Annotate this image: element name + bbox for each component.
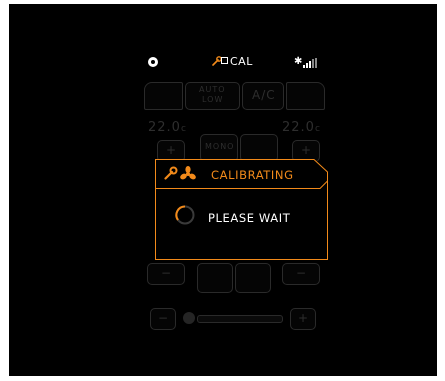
wrench-icon (164, 166, 178, 180)
left-temperature: 22.0c (148, 120, 187, 135)
mono-label: MONO (205, 142, 235, 151)
rear-defrost-button[interactable] (144, 82, 183, 110)
ac-button[interactable]: A/C (242, 82, 284, 110)
left-seat-heat-button[interactable] (197, 263, 233, 293)
dialog-title: CALIBRATING (211, 168, 294, 182)
auto-button[interactable]: AUTO LOW (185, 82, 240, 110)
fan-icon (183, 312, 195, 324)
power-icon[interactable] (148, 57, 158, 67)
calibrating-dialog: CALIBRATING PLEASE WAIT (155, 159, 328, 260)
loading-spinner-icon (175, 205, 195, 225)
dialog-message: PLEASE WAIT (208, 211, 291, 225)
recirculation-button[interactable] (240, 134, 278, 162)
fan-down-button[interactable]: − (150, 308, 176, 330)
auto-label: AUTO (199, 85, 226, 94)
fan-up-button[interactable]: + (290, 308, 316, 330)
right-temp-minus-button[interactable]: − (282, 263, 320, 285)
device-screen: CAL ✱ AUTO LOW A/C 22.0c 22.0c + MONO + … (9, 4, 437, 376)
mono-button[interactable]: MONO (200, 134, 238, 162)
signal-icon (303, 58, 317, 68)
square-icon (221, 57, 228, 64)
left-temp-minus-button[interactable]: − (147, 263, 185, 285)
fan-icon (180, 166, 196, 180)
fan-speed-slider[interactable] (197, 315, 283, 323)
front-defrost-button[interactable] (286, 82, 325, 110)
right-temperature: 22.0c (282, 120, 321, 135)
auto-low-label: LOW (202, 95, 224, 104)
cal-label: CAL (230, 55, 253, 68)
bluetooth-icon: ✱ (294, 56, 303, 67)
right-seat-heat-button[interactable] (235, 263, 271, 293)
ac-label: A/C (252, 88, 276, 102)
